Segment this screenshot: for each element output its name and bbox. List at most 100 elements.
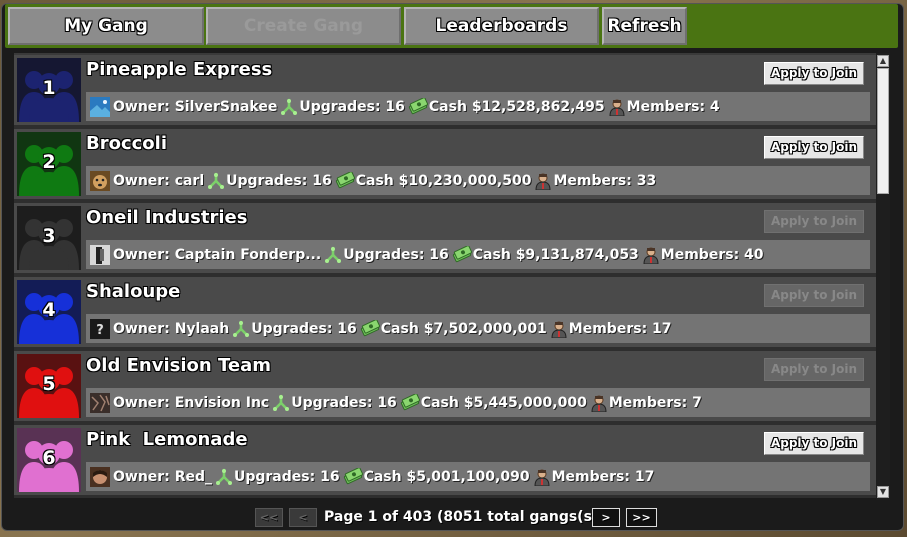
gang-rank: 6: [42, 447, 56, 469]
upgrades-value: 16: [385, 98, 405, 115]
owner-label: Owner:: [113, 172, 170, 189]
apply-to-join-button[interactable]: Apply to Join: [764, 136, 864, 159]
scrollbar[interactable]: ▲ ▼: [876, 53, 890, 500]
owner-name: Red_: [174, 468, 212, 485]
gang-info-bar: ? Owner: Nylaah Upgrades: 16 Cash $7,502,00…: [86, 314, 870, 343]
gang-rank: 3: [42, 225, 56, 247]
members-icon: [550, 320, 568, 338]
gang-emblem-icon: 1: [17, 58, 81, 122]
gang-info-bar: Owner: Captain Fonderp... Upgrades: 16 Cas…: [86, 240, 870, 269]
apply-to-join-button[interactable]: Apply to Join: [764, 210, 864, 233]
upgrades-label: Upgrades:: [233, 468, 316, 485]
owner-label: Owner:: [113, 394, 170, 411]
scrollbar-thumb[interactable]: [877, 68, 889, 194]
cash-value: $7,502,000,001: [423, 320, 547, 337]
cash-value: $5,001,100,090: [406, 468, 530, 485]
upgrades-icon: [280, 98, 298, 116]
cash-label: Cash: [420, 394, 459, 411]
cash-value: $5,445,000,000: [463, 394, 587, 411]
members-label: Members:: [626, 98, 706, 115]
upgrades-icon: [272, 394, 290, 412]
cash-label: Cash: [363, 468, 402, 485]
upgrades-label: Upgrades:: [291, 394, 373, 411]
cash-icon: [408, 96, 428, 116]
members-icon: [534, 172, 552, 190]
first-page-button[interactable]: <<: [255, 508, 283, 527]
members-label: Members:: [608, 394, 688, 411]
owner-label: Owner:: [113, 320, 170, 337]
gang-emblem-icon: 6: [17, 428, 81, 492]
gang-row[interactable]: 1 Pineapple Express Apply to Join Owner: Si…: [14, 55, 876, 129]
members-value: 33: [636, 172, 657, 189]
tab-my-gang[interactable]: My Gang: [8, 7, 204, 45]
owner-name: carl: [174, 172, 205, 189]
refresh-button[interactable]: Refresh: [602, 7, 687, 45]
gang-name: Broccoli: [86, 133, 168, 154]
members-label: Members:: [660, 246, 740, 263]
gang-row[interactable]: 2 Broccoli Apply to Join Owner: carl Upgrade…: [14, 129, 876, 203]
owner-label: Owner:: [113, 98, 170, 115]
apply-to-join-button[interactable]: Apply to Join: [764, 358, 864, 381]
prev-page-button[interactable]: <: [289, 508, 317, 527]
gang-row[interactable]: 5 Old Envision Team Apply to Join Owner: En…: [14, 351, 876, 425]
upgrades-label: Upgrades:: [251, 320, 333, 337]
gang-rank: 5: [42, 373, 56, 395]
cash-value: $12,528,862,495: [471, 98, 605, 115]
upgrades-label: Upgrades:: [226, 172, 308, 189]
members-icon: [642, 246, 660, 264]
gang-info-bar: Owner: carl Upgrades: 16 Cash $10,230,000,…: [86, 166, 870, 195]
cash-icon: [335, 170, 355, 190]
scroll-up-arrow-icon[interactable]: ▲: [877, 55, 889, 67]
page-indicator: Page 1 of 403 (8051 total gangs(s)): [324, 509, 605, 525]
members-label: Members:: [568, 320, 648, 337]
members-label: Members:: [553, 172, 632, 189]
tab-bar: My Gang Create Gang Leaderboards Refresh: [5, 4, 898, 48]
face-avatar-icon: [90, 466, 110, 487]
gang-emblem-icon: 3: [17, 206, 81, 270]
owner-label: Owner:: [113, 246, 170, 263]
gang-list[interactable]: 1 Pineapple Express Apply to Join Owner: Si…: [14, 53, 876, 498]
cash-label: Cash: [355, 172, 394, 189]
cash-value: $10,230,000,500: [398, 172, 532, 189]
cash-icon: [452, 244, 472, 264]
apply-to-join-button[interactable]: Apply to Join: [764, 62, 864, 85]
members-icon: [590, 394, 608, 412]
gang-info-bar: Owner: SilverSnakee Upgrades: 16 Cash $12,…: [86, 92, 870, 121]
gang-info-bar: Owner: Envision Inc Upgrades: 16 Cash $5,4…: [86, 388, 870, 417]
cash-label: Cash: [428, 98, 467, 115]
owner-name: Nylaah: [174, 320, 230, 337]
cash-label: Cash: [380, 320, 419, 337]
last-page-button[interactable]: >>: [626, 508, 657, 527]
gang-rank: 2: [42, 151, 56, 173]
upgrades-icon: [324, 246, 342, 264]
tab-leaderboards[interactable]: Leaderboards: [404, 7, 599, 45]
cash-label: Cash: [472, 246, 511, 263]
members-value: 7: [692, 394, 702, 411]
figure-avatar-icon: [90, 244, 110, 265]
gang-name: Old Envision Team: [86, 355, 271, 376]
gang-row[interactable]: 6 Pink Lemonade Apply to Join Owner: Red_ Up…: [14, 425, 876, 498]
gang-row[interactable]: 3 Oneil Industries Apply to Join Owner: Cap…: [14, 203, 876, 277]
next-page-button[interactable]: >: [592, 508, 620, 527]
texture-avatar-icon: [90, 392, 110, 413]
gang-row[interactable]: 4 Shaloupe Apply to Join? Owner: Nylaah Upgr…: [14, 277, 876, 351]
owner-name: Captain Fonderp...: [174, 246, 322, 263]
gang-name: Shaloupe: [86, 281, 181, 302]
upgrades-value: 16: [429, 246, 449, 263]
members-value: 40: [744, 246, 764, 263]
owner-name: Envision Inc: [174, 394, 270, 411]
gang-rank: 4: [42, 299, 56, 321]
gang-info-bar: Owner: Red_ Upgrades: 16 Cash $5,001,100,0…: [86, 462, 870, 491]
upgrades-label: Upgrades:: [299, 98, 381, 115]
upgrades-value: 16: [377, 394, 397, 411]
upgrades-icon: [232, 320, 250, 338]
tab-create-gang[interactable]: Create Gang: [206, 7, 401, 45]
apply-to-join-button[interactable]: Apply to Join: [764, 432, 864, 455]
landscape-avatar-icon: [90, 96, 110, 117]
scroll-down-arrow-icon[interactable]: ▼: [877, 486, 889, 498]
gang-name: Oneil Industries: [86, 207, 248, 228]
apply-to-join-button[interactable]: Apply to Join: [764, 284, 864, 307]
members-value: 17: [634, 468, 655, 485]
gang-emblem-icon: 4: [17, 280, 81, 344]
gang-name: Pink Lemonade: [86, 429, 248, 450]
